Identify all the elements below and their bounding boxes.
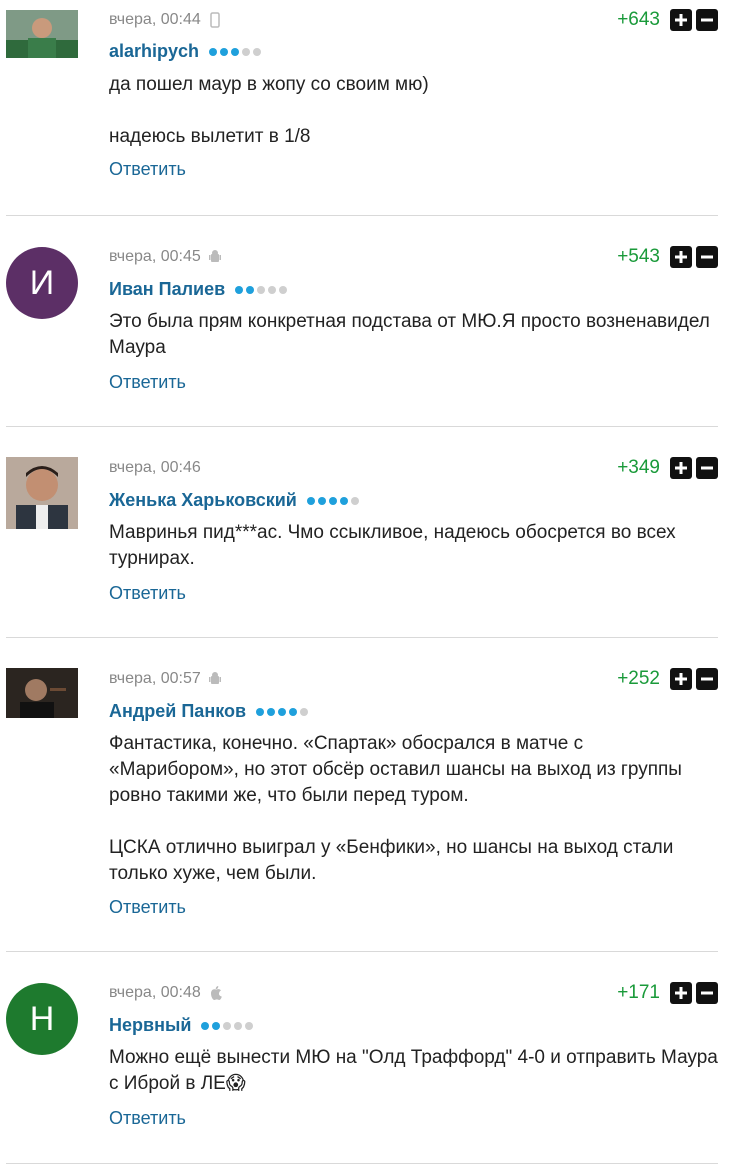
rank-dots	[256, 707, 309, 716]
author-name[interactable]: Нервный	[109, 1015, 191, 1036]
comment-text: Это была прям конкретная подстава от МЮ.…	[109, 311, 710, 358]
android-icon	[208, 249, 223, 265]
android-icon	[208, 671, 223, 687]
rating: +252	[617, 668, 718, 690]
rating: +349	[617, 457, 718, 479]
downvote-button[interactable]	[696, 668, 718, 690]
comment-item: вчера, 00:44 alarhipych да пошел маур в …	[6, 0, 718, 216]
avatar[interactable]	[6, 668, 78, 718]
downvote-button[interactable]	[696, 457, 718, 479]
comment-item: Н вчера, 00:48 Нервный Можно ещё вынести…	[6, 952, 718, 1164]
comment-time: вчера, 00:44	[109, 11, 201, 28]
avatar[interactable]	[6, 10, 78, 58]
comment-time: вчера, 00:45	[109, 248, 201, 265]
phone-icon	[209, 12, 223, 28]
upvote-button[interactable]	[670, 9, 692, 31]
upvote-button[interactable]	[670, 246, 692, 268]
upvote-button[interactable]	[670, 668, 692, 690]
rating: +643	[617, 9, 718, 31]
rank-dots	[209, 47, 262, 56]
score: +349	[617, 457, 660, 478]
comment-text: да пошел маур в жопу со своим мю) надеюс…	[109, 74, 429, 147]
upvote-button[interactable]	[670, 457, 692, 479]
rating: +543	[617, 246, 718, 268]
reply-link[interactable]: Ответить	[109, 159, 186, 180]
author-name[interactable]: Иван Палиев	[109, 279, 225, 300]
comment-time: вчера, 00:57	[109, 670, 201, 687]
apple-icon	[209, 985, 223, 1001]
upvote-button[interactable]	[670, 982, 692, 1004]
comment-text: Можно ещё вынести МЮ на "Олд Траффорд" 4…	[109, 1047, 718, 1094]
comment-item: вчера, 00:46 Женька Харьковский Мавринья…	[6, 427, 718, 638]
downvote-button[interactable]	[696, 9, 718, 31]
comment-time: вчера, 00:48	[109, 984, 201, 1001]
downvote-button[interactable]	[696, 982, 718, 1004]
score: +252	[617, 668, 660, 689]
comment-text: Мавринья пид***ас. Чмо ссыкливое, надеюс…	[109, 522, 676, 569]
reply-link[interactable]: Ответить	[109, 372, 186, 393]
reply-link[interactable]: Ответить	[109, 583, 186, 604]
comment-item: вчера, 00:57 Андрей Панков Фантастика, к…	[6, 638, 718, 952]
rank-dots	[235, 285, 288, 294]
rank-dots	[306, 496, 359, 505]
downvote-button[interactable]	[696, 246, 718, 268]
comment-time: вчера, 00:46	[109, 459, 201, 476]
score: +643	[617, 9, 660, 30]
rank-dots	[201, 1021, 254, 1030]
author-name[interactable]: Андрей Панков	[109, 701, 246, 722]
rating: +171	[617, 982, 718, 1004]
avatar[interactable]: И	[6, 247, 78, 319]
comment-item: И вчера, 00:45 Иван Палиев Это была прям…	[6, 216, 718, 427]
reply-link[interactable]: Ответить	[109, 897, 186, 918]
avatar[interactable]: Н	[6, 983, 78, 1055]
score: +543	[617, 246, 660, 267]
reply-link[interactable]: Ответить	[109, 1108, 186, 1129]
author-name[interactable]: Женька Харьковский	[109, 490, 297, 511]
avatar[interactable]	[6, 457, 78, 529]
comment-text: Фантастика, конечно. «Спартак» обосрался…	[109, 733, 682, 884]
score: +171	[617, 982, 660, 1003]
author-name[interactable]: alarhipych	[109, 41, 199, 62]
